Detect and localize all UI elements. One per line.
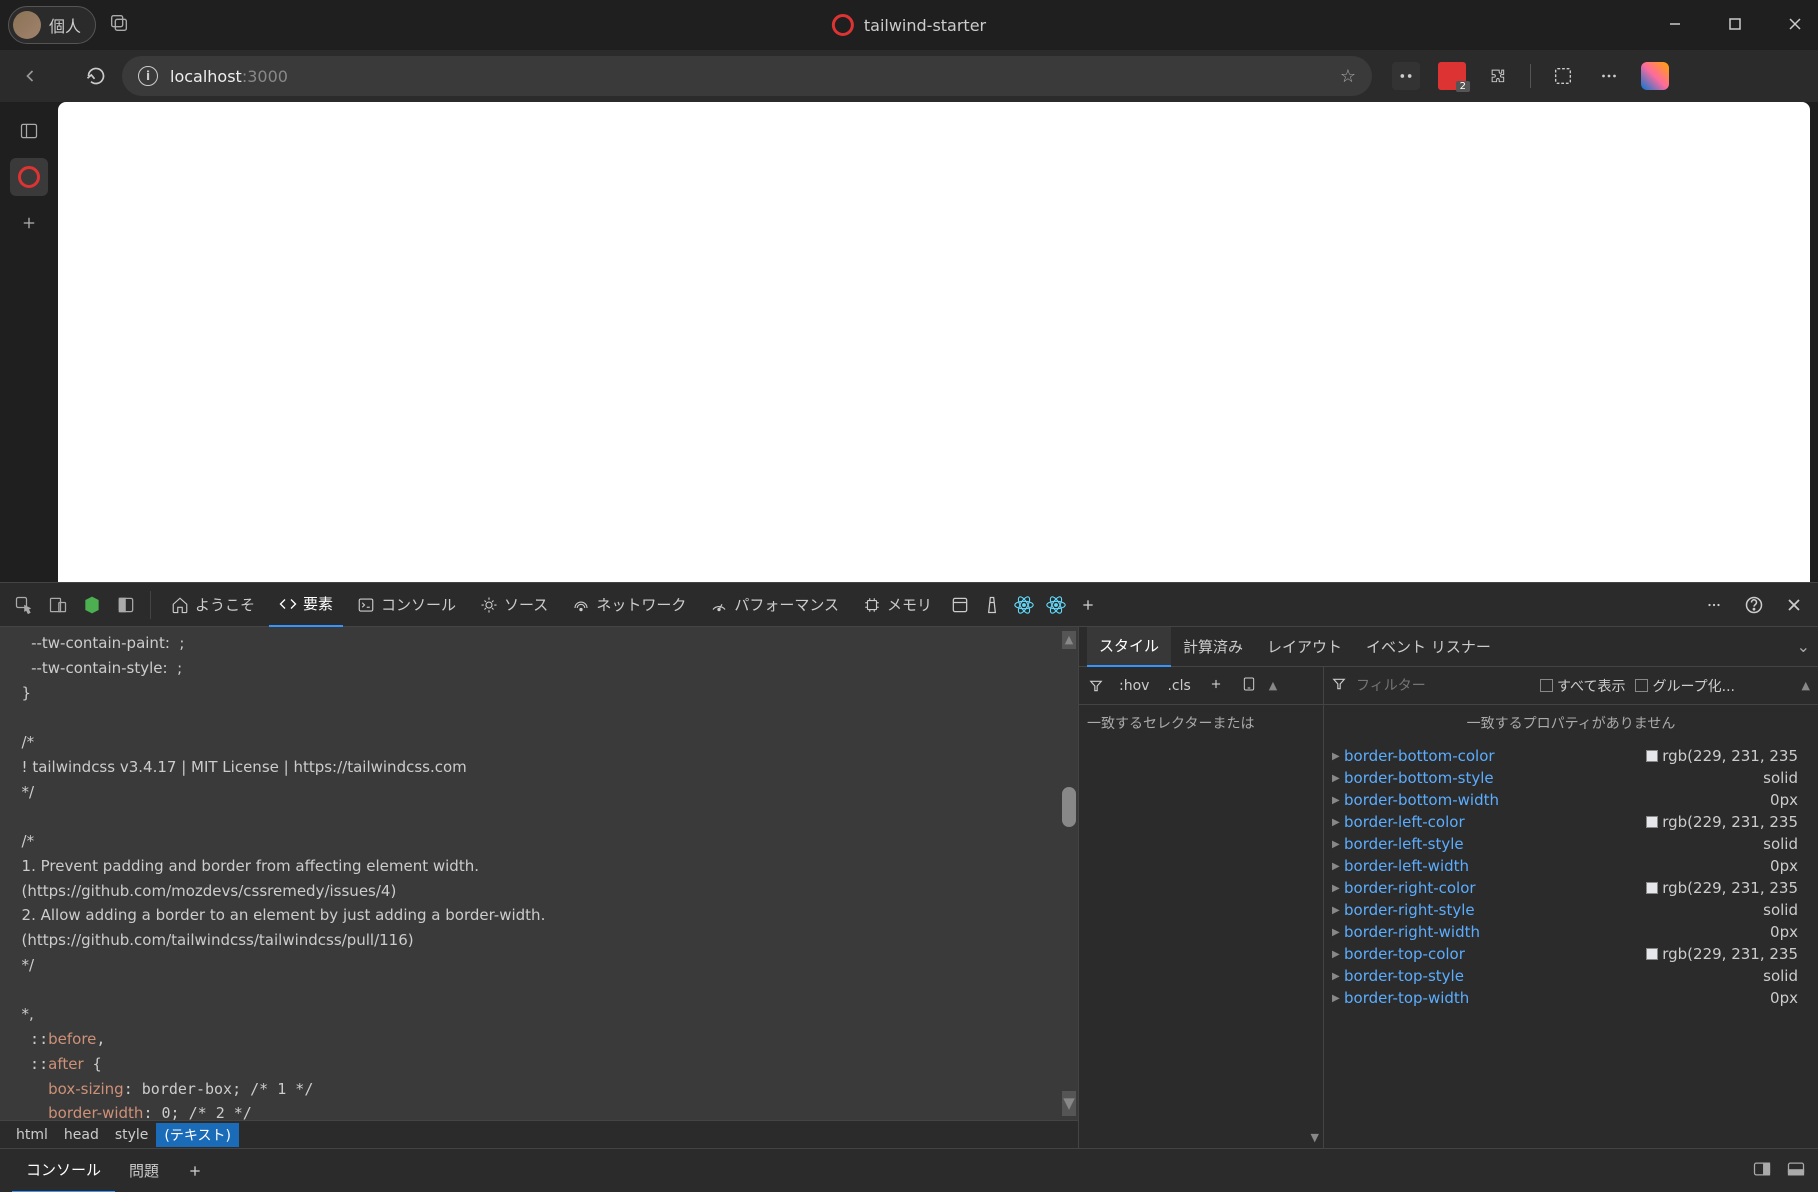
opera-icon <box>832 14 854 36</box>
new-style-rule-icon[interactable] <box>1203 675 1229 697</box>
drawer-tab-issues[interactable]: 問題 <box>115 1149 173 1192</box>
devtools-close-icon[interactable] <box>1780 591 1808 619</box>
profile-label: 個人 <box>49 13 81 37</box>
extension-icon[interactable] <box>1392 62 1420 90</box>
devtools-panel: ようこそ 要素 コンソール ソース ネットワーク パフォーマンス メモリ <box>0 582 1818 1192</box>
tab-sources[interactable]: ソース <box>470 583 558 627</box>
breadcrumb-item[interactable]: (テキスト) <box>156 1123 239 1147</box>
computed-property-row[interactable]: ▶ border-bottom-stylesolid <box>1332 767 1818 789</box>
page-title-area: tailwind-starter <box>832 14 986 36</box>
scroll-down-icon[interactable]: ▼ <box>1079 1127 1323 1148</box>
reload-button[interactable] <box>78 58 114 94</box>
group-checkbox[interactable]: グループ化... <box>1635 676 1735 696</box>
side-tab-layout[interactable]: レイアウト <box>1255 627 1354 667</box>
tab-console[interactable]: コンソール <box>347 583 466 627</box>
extension-icon-red[interactable]: 2 <box>1438 62 1466 90</box>
3d-view-icon[interactable] <box>78 591 106 619</box>
site-info-icon[interactable]: i <box>138 66 158 86</box>
elements-code-view[interactable]: ▲ ▼ --tw-contain-paint: ; --tw-contain-s… <box>0 627 1078 1120</box>
detached-panel-icon[interactable] <box>112 591 140 619</box>
extensions-menu-icon[interactable] <box>1484 62 1512 90</box>
sidebar-panel-icon[interactable] <box>10 112 48 150</box>
computed-property-row[interactable]: ▶ border-top-colorrgb(229, 231, 235 <box>1332 943 1818 965</box>
maximize-button[interactable] <box>1720 8 1750 43</box>
computed-empty-message: 一致するプロパティがありません <box>1324 705 1818 741</box>
tab-performance[interactable]: パフォーマンス <box>700 583 849 627</box>
scroll-down-icon[interactable]: ▼ <box>1062 1091 1076 1116</box>
breadcrumb-item[interactable]: style <box>107 1125 157 1145</box>
computed-property-row[interactable]: ▶ border-right-width0px <box>1332 921 1818 943</box>
browser-toolbar: i localhost:3000 ☆ 2 <box>0 50 1818 102</box>
filter-icon[interactable] <box>1085 677 1107 695</box>
sidebar-tab-opera[interactable] <box>10 158 48 196</box>
tab-elements[interactable]: 要素 <box>269 583 343 627</box>
computed-property-row[interactable]: ▶ border-top-stylesolid <box>1332 965 1818 987</box>
url-text: localhost:3000 <box>170 67 1328 86</box>
add-tab-icon[interactable] <box>1074 591 1102 619</box>
devtools-side-panel: スタイル 計算済み レイアウト イベント リスナー ⌄ :hov .cls <box>1078 627 1818 1148</box>
device-mode-icon[interactable] <box>1235 674 1263 698</box>
bookmark-star-icon[interactable]: ☆ <box>1340 66 1356 87</box>
computed-property-row[interactable]: ▶ border-bottom-colorrgb(229, 231, 235 <box>1332 745 1818 767</box>
react-devtools-profiler-icon[interactable] <box>1042 591 1070 619</box>
divider <box>1530 64 1531 88</box>
page-viewport[interactable] <box>58 102 1810 582</box>
address-bar[interactable]: i localhost:3000 ☆ <box>122 56 1372 96</box>
drawer-tab-console[interactable]: コンソール <box>12 1149 115 1192</box>
tab-lighthouse-icon[interactable] <box>978 591 1006 619</box>
new-tab-button[interactable] <box>10 204 48 242</box>
help-icon[interactable] <box>1740 591 1768 619</box>
devtools-more-icon[interactable] <box>1700 591 1728 619</box>
scrollbar-thumb[interactable] <box>1062 787 1076 827</box>
inspect-element-icon[interactable] <box>10 591 38 619</box>
computed-property-row[interactable]: ▶ border-right-colorrgb(229, 231, 235 <box>1332 877 1818 899</box>
screenshot-icon[interactable] <box>1549 62 1577 90</box>
computed-property-row[interactable]: ▶ border-right-stylesolid <box>1332 899 1818 921</box>
computed-filter-input[interactable] <box>1356 678 1530 694</box>
side-tab-computed[interactable]: 計算済み <box>1171 627 1255 667</box>
styles-empty-message: 一致するセレクターまたは <box>1079 705 1323 741</box>
computed-property-row[interactable]: ▶ border-left-width0px <box>1332 855 1818 877</box>
filter-icon[interactable] <box>1332 677 1346 695</box>
minimize-button[interactable] <box>1660 8 1690 43</box>
devtools-tab-bar: ようこそ 要素 コンソール ソース ネットワーク パフォーマンス メモリ <box>0 583 1818 627</box>
back-button[interactable] <box>12 58 48 94</box>
profile-button[interactable]: 個人 <box>8 6 96 44</box>
dock-side-icon[interactable] <box>1752 1159 1772 1183</box>
device-toolbar-icon[interactable] <box>44 591 72 619</box>
drawer-add-tab-icon[interactable] <box>173 1149 217 1192</box>
avatar <box>13 11 41 39</box>
page-title: tailwind-starter <box>864 16 986 35</box>
react-devtools-components-icon[interactable] <box>1010 591 1038 619</box>
computed-property-row[interactable]: ▶ border-left-stylesolid <box>1332 833 1818 855</box>
computed-property-row[interactable]: ▶ border-left-colorrgb(229, 231, 235 <box>1332 811 1818 833</box>
side-tab-styles[interactable]: スタイル <box>1087 627 1171 667</box>
tab-welcome[interactable]: ようこそ <box>161 583 265 627</box>
window-title-bar: 個人 tailwind-starter <box>0 0 1818 50</box>
devtools-drawer: コンソール 問題 <box>0 1148 1818 1192</box>
hov-toggle[interactable]: :hov <box>1113 676 1155 696</box>
show-all-checkbox[interactable]: すべて表示 <box>1540 676 1625 696</box>
scroll-up-icon[interactable]: ▲ <box>1269 679 1277 692</box>
computed-property-row[interactable]: ▶ border-top-width0px <box>1332 987 1818 1009</box>
dom-breadcrumb: html head style (テキスト) <box>0 1120 1078 1148</box>
more-menu-icon[interactable] <box>1595 62 1623 90</box>
copilot-icon[interactable] <box>1641 62 1669 90</box>
dock-bottom-icon[interactable] <box>1786 1159 1806 1183</box>
close-button[interactable] <box>1780 8 1810 43</box>
breadcrumb-item[interactable]: head <box>56 1125 107 1145</box>
tab-network[interactable]: ネットワーク <box>562 583 696 627</box>
computed-property-row[interactable]: ▶ border-bottom-width0px <box>1332 789 1818 811</box>
tab-application-icon[interactable] <box>946 591 974 619</box>
breadcrumb-item[interactable]: html <box>8 1125 56 1145</box>
scroll-up-icon[interactable]: ▲ <box>1062 631 1076 649</box>
workspaces-icon[interactable] <box>108 12 130 38</box>
chevron-down-icon[interactable]: ⌄ <box>1797 637 1810 656</box>
cls-toggle[interactable]: .cls <box>1161 676 1196 696</box>
side-tab-event-listeners[interactable]: イベント リスナー <box>1354 627 1503 667</box>
computed-properties-list[interactable]: ▶ border-bottom-colorrgb(229, 231, 235▶ … <box>1324 741 1818 1148</box>
scroll-up-icon[interactable]: ▲ <box>1802 679 1810 692</box>
tab-memory[interactable]: メモリ <box>853 583 942 627</box>
